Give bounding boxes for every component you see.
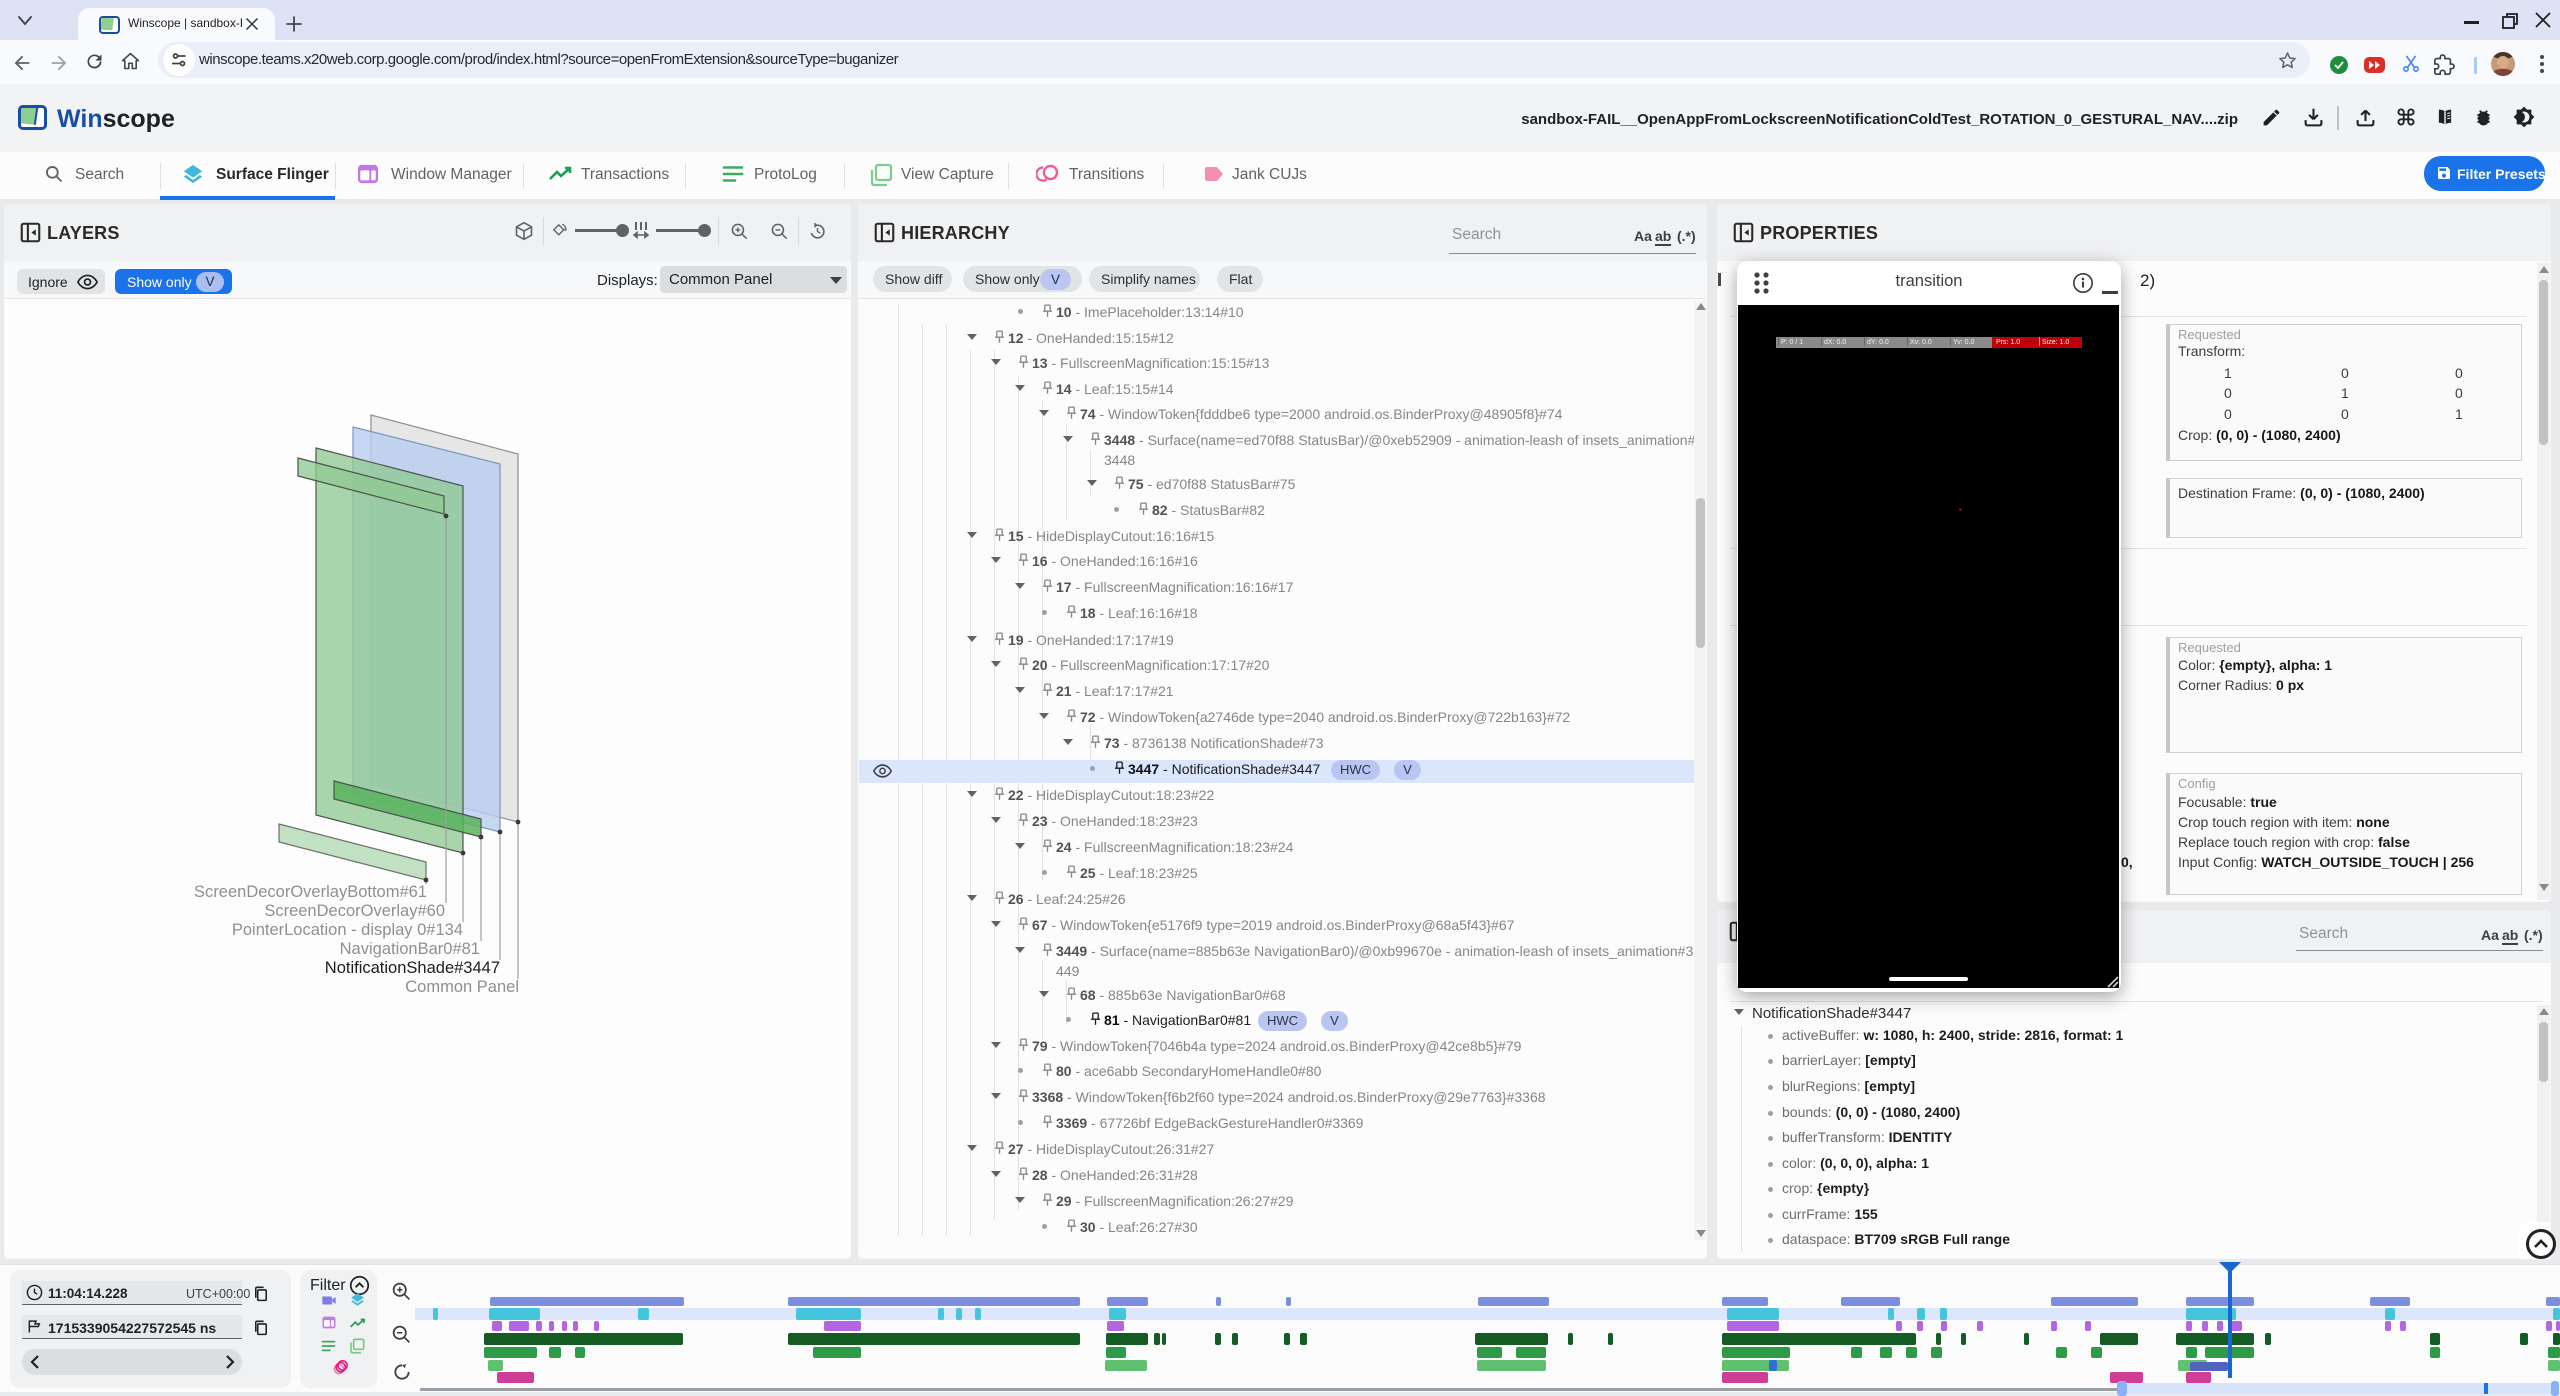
svg-text:NotificationShade#3447: NotificationShade#3447 xyxy=(325,959,500,977)
svg-text:ScreenDecorOverlay#60: ScreenDecorOverlay#60 xyxy=(264,902,445,920)
svg-text:PointerLocation - display 0#13: PointerLocation - display 0#134 xyxy=(232,921,463,939)
svg-text:NavigationBar0#81: NavigationBar0#81 xyxy=(340,940,480,958)
svg-text:ScreenDecorOverlayBottom#61: ScreenDecorOverlayBottom#61 xyxy=(194,883,427,901)
svg-text:Common Panel: Common Panel xyxy=(405,978,519,996)
